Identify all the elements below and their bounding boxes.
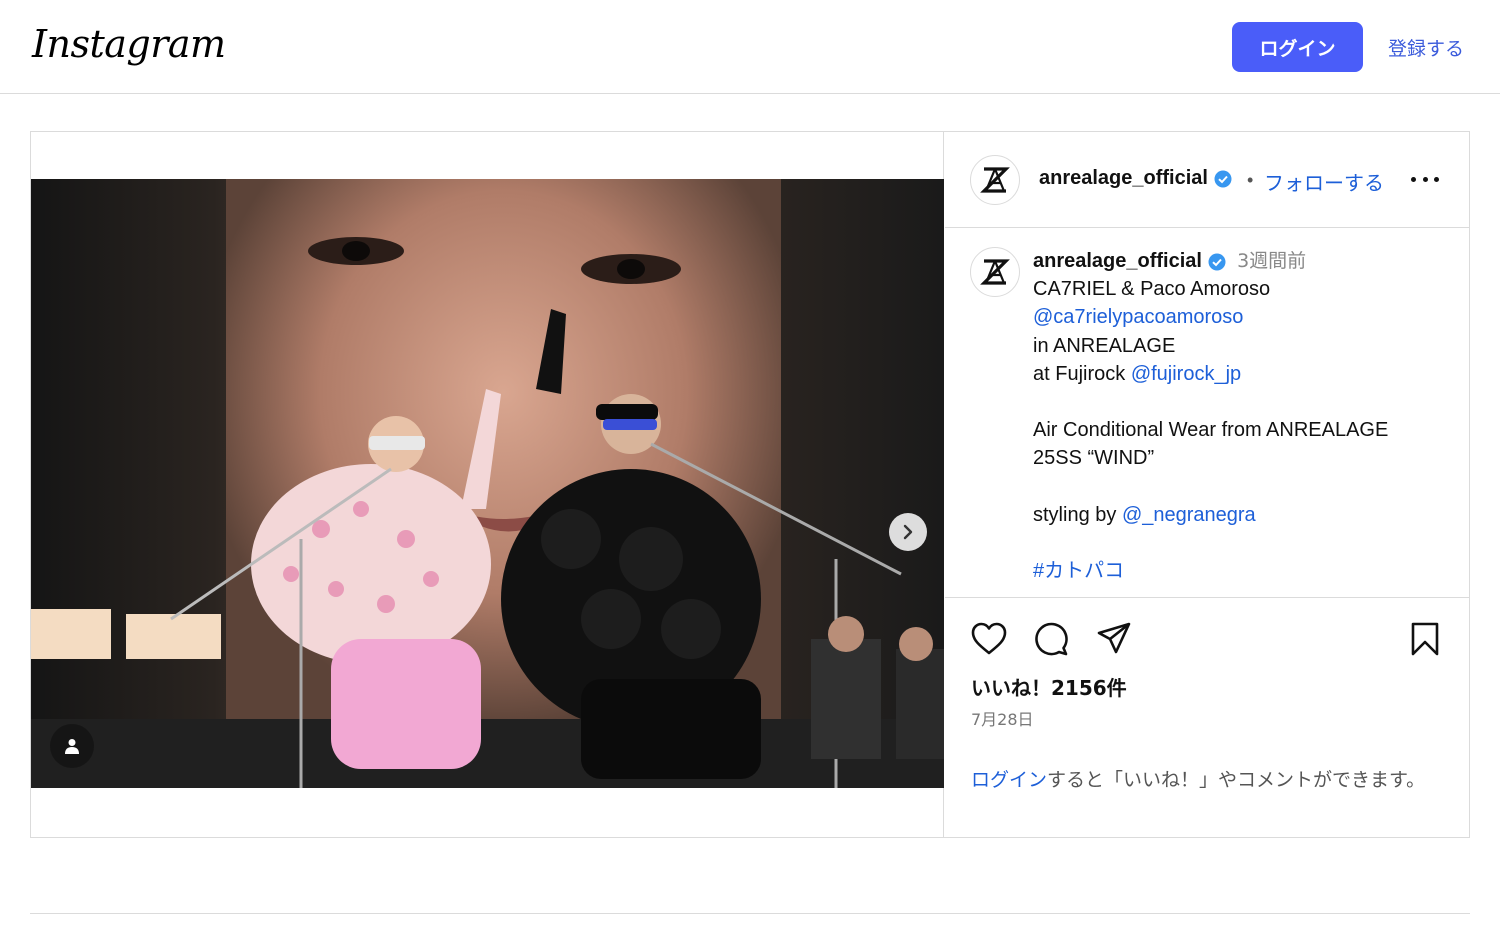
share-button[interactable] [1095,620,1133,658]
author-avatar[interactable] [970,155,1020,205]
top-bar: Instagram ログイン 登録する [0,0,1500,94]
anrealage-logo-icon [980,259,1010,285]
save-button[interactable] [1406,620,1444,658]
login-prompt-text: すると「いいね！」やコメントができます。 [1047,769,1426,791]
more-icon [1411,176,1416,182]
like-button[interactable] [970,620,1008,658]
post-actions: いいね！2156件 7月28日 ログインすると「いいね！」やコメントができます。 [945,597,1469,837]
author-username[interactable]: anrealage_official [1039,167,1208,189]
tagged-users-button[interactable] [50,724,94,768]
login-link[interactable]: ログイン [971,769,1047,791]
post-date[interactable]: 7月28日 [971,706,1034,730]
chevron-right-icon [903,524,913,540]
caption-line: in ANREALAGE [1033,334,1176,357]
caption-username[interactable]: anrealage_official [1033,250,1202,272]
post-photo[interactable] [31,179,944,788]
post-sidebar: anrealage_official • フォローする anrealage_of… [945,132,1469,837]
author-username-wrapper[interactable]: anrealage_official [1039,167,1232,190]
caption-line: Air Conditional Wear from ANREALAGE [1033,419,1389,442]
verified-icon [1208,253,1226,271]
mention-link[interactable]: @_negranegra [1122,504,1256,526]
mention-link[interactable]: @fujirock_jp [1131,363,1241,385]
post-card: anrealage_official • フォローする anrealage_of… [30,131,1470,838]
caption-text: anrealage_official 3週間前 CA7RIEL & Paco A… [1033,247,1453,585]
follow-button[interactable]: フォローする [1264,167,1384,196]
share-icon [1097,622,1131,654]
mention-link[interactable]: @ca7rielypacoamoroso [1033,306,1243,328]
caption-author-avatar[interactable] [970,247,1020,297]
caption-line: 25SS “WIND” [1033,447,1155,470]
instagram-logo[interactable]: Instagram [32,22,226,66]
comment-icon [1035,622,1068,656]
caption-line-prefix: styling by [1033,503,1122,526]
post-caption: anrealage_official 3週間前 CA7RIEL & Paco A… [945,229,1469,597]
bottom-divider [30,913,1470,914]
post-media [31,132,944,837]
heart-icon [971,622,1007,655]
post-header: anrealage_official • フォローする [945,132,1469,228]
user-tag-icon [65,739,79,754]
comment-button[interactable] [1032,620,1070,658]
more-options-button[interactable] [1411,167,1439,191]
caption-line: CA7RIEL & Paco Amoroso [1033,278,1271,301]
login-prompt: ログインすると「いいね！」やコメントができます。 [971,766,1431,794]
caption-line-prefix: at Fujirock [1033,362,1131,385]
likes-count[interactable]: いいね！2156件 [971,672,1127,701]
concert-photo-illustration [31,179,944,788]
verified-icon [1214,170,1232,188]
next-slide-button[interactable] [889,513,927,551]
anrealage-logo-icon [980,167,1010,193]
bookmark-icon [1411,622,1439,656]
login-button[interactable]: ログイン [1232,22,1363,72]
caption-time[interactable]: 3週間前 [1237,250,1306,272]
signup-link[interactable]: 登録する [1388,34,1464,61]
hashtag-link[interactable]: #カトパコ [1033,560,1124,582]
separator-dot: • [1247,170,1254,190]
